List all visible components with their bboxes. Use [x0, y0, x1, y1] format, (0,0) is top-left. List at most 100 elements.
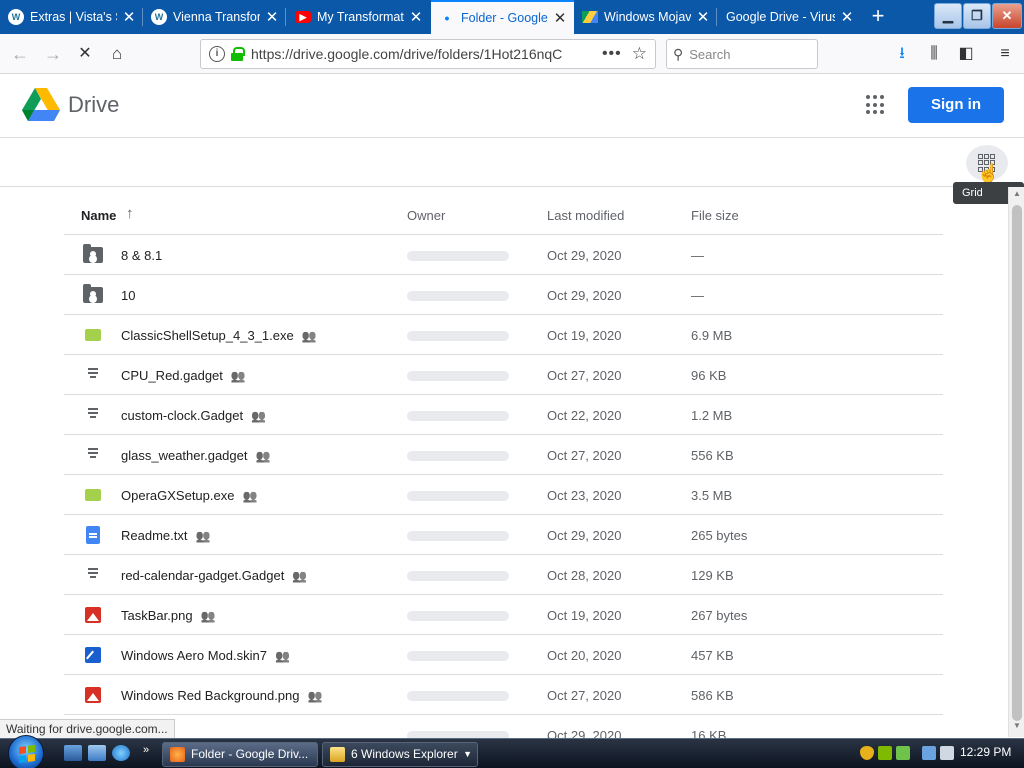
switch-windows-icon[interactable] [88, 745, 106, 761]
download-icon[interactable]: ⭳ [891, 44, 913, 64]
file-name-text: 8 & 8.1 [121, 248, 163, 263]
url-bar[interactable]: i https://drive.google.com/drive/folders… [200, 39, 656, 69]
file-name-text: Windows Red Background.png [121, 688, 300, 703]
file-row[interactable]: ClassicShellSetup_4_3_1.exe 👥 Oct 19, 2020… [64, 315, 943, 355]
file-row[interactable]: 10 Oct 29, 2020 — [64, 275, 943, 315]
info-icon[interactable]: i [209, 46, 225, 62]
tab-title: My Transformat [317, 10, 404, 24]
taskbar-button-label: 6 Windows Explorer [351, 747, 458, 761]
internet-explorer-icon[interactable] [112, 745, 130, 761]
file-size: 265 bytes [691, 528, 748, 543]
tab-google-drive-virus[interactable]: Google Drive - Virus ✕ [718, 0, 861, 34]
file-row[interactable]: Readme.txt 👥 Oct 29, 2020 265 bytes [64, 515, 943, 555]
file-row[interactable]: TaskBar.png 👥 Oct 19, 2020 267 bytes [64, 595, 943, 635]
owner-placeholder [407, 291, 509, 301]
taskbar-clock[interactable]: 12:29 PM [960, 745, 1011, 759]
page-scrollbar[interactable]: ▲ ▼ [1008, 187, 1024, 737]
gadget-file-icon [88, 368, 98, 384]
close-window-button[interactable]: ✕ [992, 3, 1022, 29]
drive-title[interactable]: Drive [68, 92, 119, 118]
file-name[interactable]: 10 [121, 288, 135, 303]
file-name[interactable]: red-calendar-gadget.Gadget 👥 [121, 568, 307, 583]
wordpress-icon: W [8, 9, 24, 25]
tray-app-icon[interactable] [896, 746, 910, 760]
tab-windows-mojave[interactable]: Windows Mojav ✕ [574, 0, 717, 34]
sidebar-icon[interactable]: ◧ [955, 44, 977, 64]
library-icon[interactable]: ⫼ [923, 44, 945, 64]
file-row[interactable]: OperaGXSetup.exe 👥 Oct 23, 2020 3.5 MB [64, 475, 943, 515]
file-row[interactable]: 8 & 8.1 Oct 29, 2020 — [64, 235, 943, 275]
file-row[interactable]: custom-clock.Gadget 👥 Oct 22, 2020 1.2 MB [64, 395, 943, 435]
file-name-text: custom-clock.Gadget [121, 408, 244, 423]
page-actions-icon[interactable]: ••• [602, 45, 622, 63]
search-input[interactable]: ⚲ Search [666, 39, 818, 69]
google-drive-logo[interactable] [22, 88, 60, 122]
owner-placeholder [407, 531, 509, 541]
file-row[interactable]: CPU_Red.gadget 👥 Oct 27, 2020 96 KB [64, 355, 943, 395]
tab-my-transformation[interactable]: ▶ My Transformat ✕ [287, 0, 430, 34]
gadget-file-icon [88, 568, 98, 584]
sign-in-button[interactable]: Sign in [908, 87, 1004, 123]
url-text[interactable]: https://drive.google.com/drive/folders/1… [251, 46, 592, 62]
close-tab-icon[interactable]: ✕ [839, 8, 855, 26]
scroll-up-icon[interactable]: ▲ [1012, 189, 1022, 203]
minimize-button[interactable]: ▁ [934, 3, 962, 29]
google-apps-icon[interactable] [866, 95, 886, 115]
file-name[interactable]: ClassicShellSetup_4_3_1.exe 👥 [121, 328, 317, 343]
firefox-icon [170, 747, 185, 762]
forward-arrow-icon[interactable]: → [41, 42, 65, 66]
owner-placeholder [407, 691, 509, 701]
lock-icon[interactable] [231, 47, 245, 61]
new-tab-button[interactable]: + [866, 4, 890, 28]
shared-people-icon: 👥 [255, 449, 271, 463]
tab-vienna-transformation[interactable]: W Vienna Transfor ✕ [143, 0, 286, 34]
tab-folder-google-drive[interactable]: • Folder - Google ✕ [431, 0, 574, 34]
menu-icon[interactable]: ≡ [994, 44, 1016, 64]
file-row[interactable]: red-calendar-gadget.Gadget 👥 Oct 28, 2020 1… [64, 555, 943, 595]
tab-extras-vista[interactable]: W Extras | Vista's S ✕ [0, 0, 143, 34]
scrollbar-thumb[interactable] [1012, 205, 1022, 721]
close-tab-icon[interactable]: ✕ [408, 8, 424, 26]
folder-icon [330, 747, 345, 762]
file-modified-date: Oct 28, 2020 [547, 568, 622, 583]
show-desktop-icon[interactable] [64, 745, 82, 761]
file-name[interactable]: 8 & 8.1 [121, 248, 162, 263]
file-size: 267 bytes [691, 608, 748, 623]
taskbar-button-windows-explorer[interactable]: 6 Windows Explorer ▼ [322, 742, 478, 767]
shared-people-icon: 👥 [200, 609, 216, 623]
file-name[interactable]: Windows Aero Mod.skin7 👥 [121, 648, 290, 663]
home-icon[interactable]: ⌂ [105, 42, 129, 66]
back-arrow-icon[interactable]: ← [8, 42, 32, 66]
file-name[interactable]: OperaGXSetup.exe 👥 [121, 488, 257, 503]
file-name[interactable]: Windows Red Background.png 👥 [121, 688, 322, 703]
owner-placeholder [407, 571, 509, 581]
taskbar-button-firefox[interactable]: Folder - Google Driv... [162, 742, 318, 767]
file-name[interactable]: glass_weather.gadget 👥 [121, 448, 270, 463]
file-name[interactable]: custom-clock.Gadget 👥 [121, 408, 266, 423]
stop-loading-icon[interactable]: ✕ [73, 42, 97, 66]
column-header-name[interactable]: Name [81, 208, 116, 223]
bookmark-star-icon[interactable]: ☆ [632, 44, 647, 64]
file-row[interactable]: glass_weather.gadget 👥 Oct 27, 2020 556 KB [64, 435, 943, 475]
file-row[interactable]: Windows Red Background.png 👥 Oct 27, 2020 5… [64, 675, 943, 715]
close-tab-icon[interactable]: ✕ [695, 8, 711, 26]
tray-app-icon[interactable] [878, 746, 892, 760]
network-icon[interactable] [922, 746, 936, 760]
sort-ascending-icon[interactable]: ↑ [126, 205, 134, 222]
file-modified-date: Oct 19, 2020 [547, 328, 622, 343]
navigation-bar: ← → ✕ ⌂ i https://drive.google.com/drive… [0, 34, 1024, 74]
owner-placeholder [407, 611, 509, 621]
file-name[interactable]: CPU_Red.gadget 👥 [121, 368, 246, 383]
volume-muted-icon[interactable] [940, 746, 954, 760]
file-name[interactable]: Readme.txt 👥 [121, 528, 210, 543]
close-tab-icon[interactable]: ✕ [264, 8, 280, 26]
security-shield-icon[interactable] [860, 746, 874, 760]
restore-button[interactable]: ❐ [963, 3, 991, 29]
start-button[interactable] [8, 735, 44, 768]
file-name[interactable]: TaskBar.png 👥 [121, 608, 216, 623]
file-row[interactable]: Windows Aero Mod.skin7 👥 Oct 20, 2020 457 K… [64, 635, 943, 675]
scroll-down-icon[interactable]: ▼ [1012, 721, 1022, 735]
close-tab-icon[interactable]: ✕ [121, 8, 137, 26]
close-tab-icon[interactable]: ✕ [552, 9, 568, 27]
quick-launch-overflow-icon[interactable]: » [143, 744, 149, 756]
